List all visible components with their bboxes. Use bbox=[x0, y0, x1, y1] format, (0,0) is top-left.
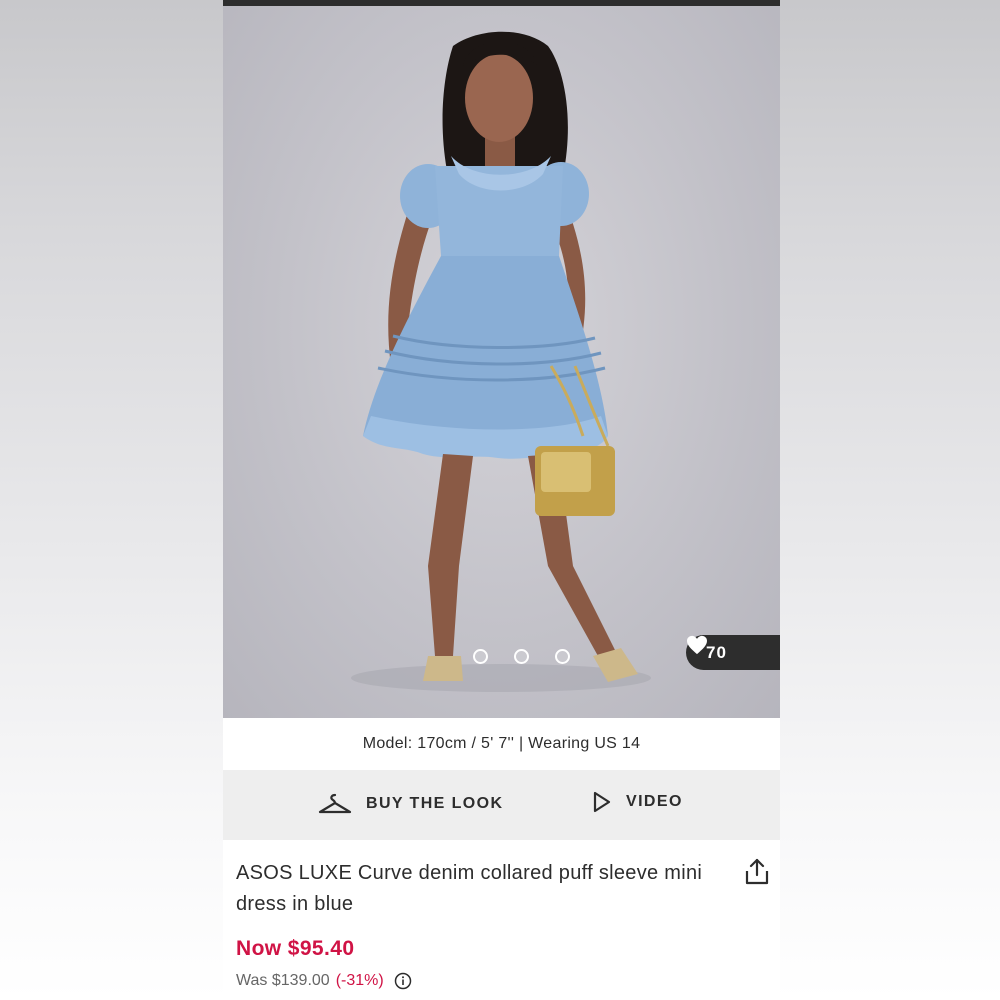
product-page: 70 Model: 170cm / 5' 7'' | Wearing US 14… bbox=[223, 0, 780, 1000]
was-price: Was $139.00 bbox=[236, 972, 330, 989]
buy-the-look-label: BUY THE LOOK bbox=[366, 795, 504, 812]
likes-count: 70 bbox=[706, 642, 727, 662]
play-icon bbox=[593, 791, 611, 813]
share-icon bbox=[745, 858, 769, 885]
discount-badge: (-31%) bbox=[335, 972, 384, 989]
background-blur-left bbox=[0, 0, 223, 1000]
video-button[interactable]: VIDEO bbox=[592, 791, 683, 813]
model-info: Model: 170cm / 5' 7'' | Wearing US 14 bbox=[362, 735, 641, 752]
share-button[interactable] bbox=[744, 858, 770, 891]
previous-price-row: Was $139.00 (-31%) bbox=[236, 972, 412, 990]
action-bar: BUY THE LOOK VIDEO bbox=[223, 770, 780, 840]
gallery-dot-2[interactable] bbox=[514, 649, 529, 664]
product-image-gallery[interactable]: 70 bbox=[223, 6, 780, 718]
info-icon[interactable] bbox=[394, 972, 412, 990]
product-image bbox=[351, 31, 651, 692]
gallery-dot-3[interactable] bbox=[555, 649, 570, 664]
gallery-pagination[interactable] bbox=[473, 649, 570, 664]
hanger-icon bbox=[318, 793, 352, 814]
background-blur-right bbox=[777, 0, 1000, 1000]
current-price: Now $95.40 bbox=[236, 937, 355, 960]
product-title: ASOS LUXE Curve denim collared puff slee… bbox=[236, 862, 703, 915]
heart-icon bbox=[687, 635, 707, 655]
video-label: VIDEO bbox=[626, 793, 683, 810]
save-for-later-button[interactable]: 70 bbox=[686, 635, 780, 670]
gallery-dot-1[interactable] bbox=[473, 649, 488, 664]
buy-the-look-button[interactable]: BUY THE LOOK bbox=[318, 792, 503, 816]
